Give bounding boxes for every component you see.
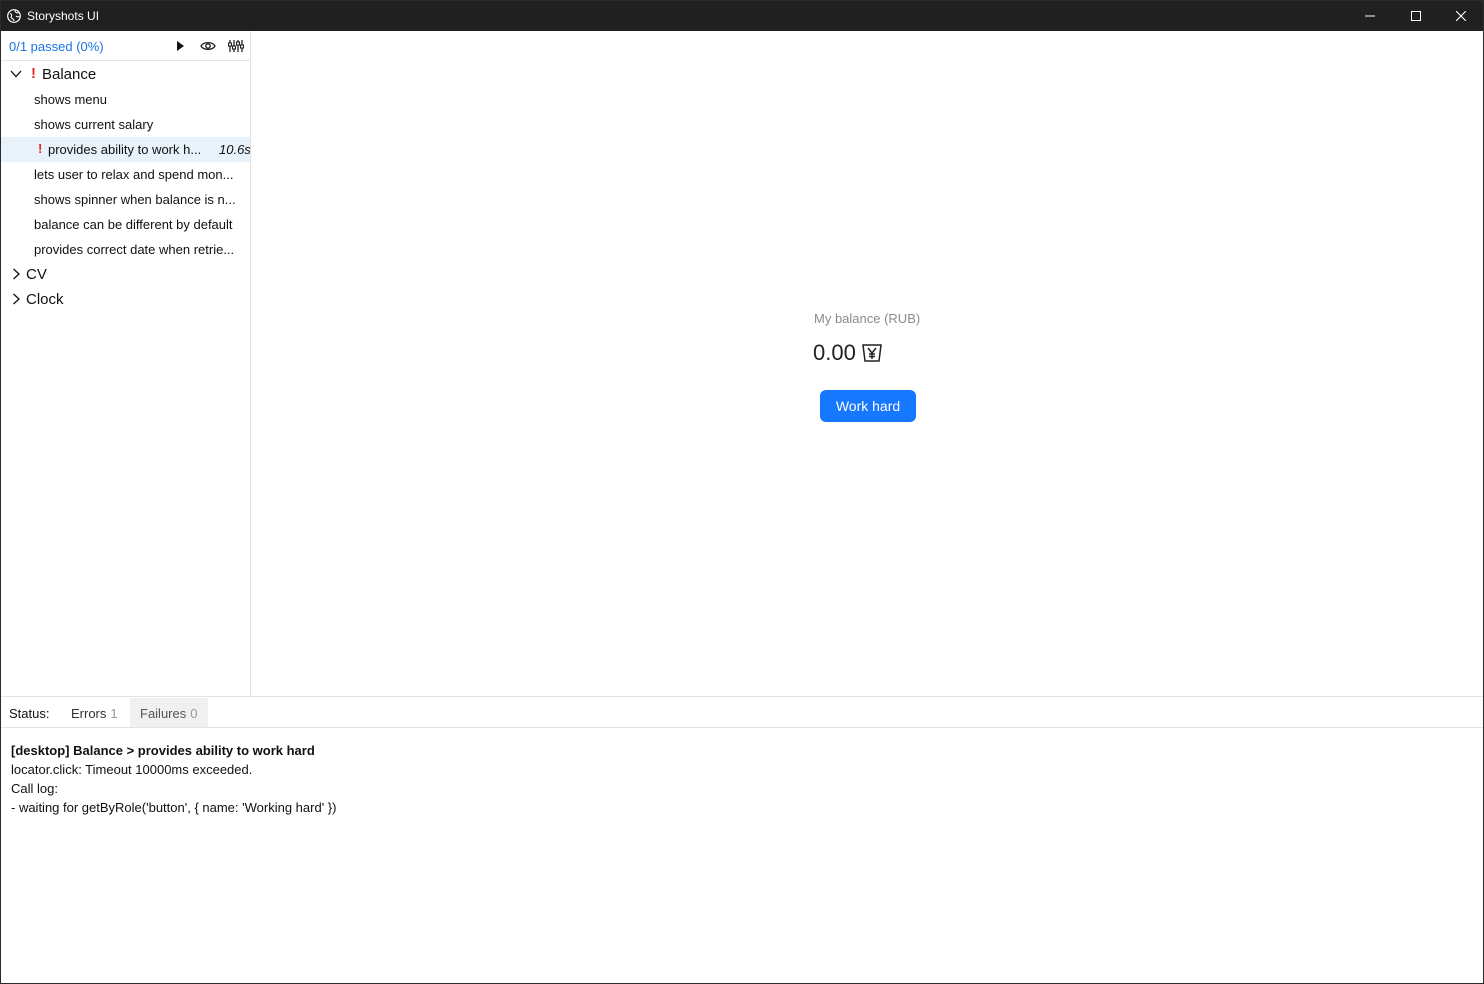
play-icon: [177, 41, 184, 51]
story-item[interactable]: shows spinner when balance is n...: [1, 187, 250, 212]
error-mark-icon: !: [38, 141, 43, 156]
story-label: shows menu: [34, 92, 107, 107]
group-clock[interactable]: Clock: [1, 287, 250, 312]
group-label: Clock: [26, 291, 64, 308]
story-duration: 10.6s: [219, 142, 251, 157]
tab-count: 1: [110, 706, 118, 721]
story-item[interactable]: lets user to relax and spend mon...: [1, 162, 250, 187]
maximize-icon: [1411, 11, 1421, 21]
eye-icon: [200, 41, 216, 51]
run-all-button[interactable]: [171, 37, 189, 55]
tab-label: Errors: [71, 706, 107, 721]
story-label: lets user to relax and spend mon...: [34, 167, 234, 182]
group-balance[interactable]: ! Balance: [1, 62, 250, 87]
status-bar: Status: Errors 1 Failures 0: [1, 696, 1483, 728]
log-title: [desktop] Balance > provides ability to …: [11, 743, 315, 758]
tab-count: 0: [190, 706, 198, 721]
sidebar-header: 0/1 passed (0%): [1, 31, 250, 61]
chevron-right-icon[interactable]: [10, 268, 22, 280]
title-bar: Storyshots UI: [1, 1, 1483, 31]
chevron-down-icon[interactable]: [10, 68, 22, 80]
story-item[interactable]: provides correct date when retrie...: [1, 237, 250, 262]
stories-sidebar: 0/1 passed (0%) ! Balance shows menu sho…: [1, 31, 251, 696]
tab-failures[interactable]: Failures 0: [130, 698, 208, 727]
story-item[interactable]: balance can be different by default: [1, 212, 250, 237]
log-line: - waiting for getByRole('button', { name…: [11, 800, 337, 815]
story-label: balance can be different by default: [34, 217, 233, 232]
story-label: provides ability to work h...: [48, 142, 202, 157]
tab-label: Failures: [140, 706, 187, 721]
group-label: Balance: [42, 66, 97, 83]
story-item[interactable]: shows menu: [1, 87, 250, 112]
settings-button[interactable]: [227, 37, 245, 55]
story-item-selected[interactable]: ! provides ability to work h... 10.6s: [1, 137, 251, 162]
story-label: shows spinner when balance is n...: [34, 192, 236, 207]
story-label: shows current salary: [34, 117, 154, 132]
balance-row: 0.00: [813, 341, 883, 365]
log-line: locator.click: Timeout 10000ms exceeded.: [11, 762, 253, 777]
error-mark-icon: !: [31, 65, 36, 82]
balance-caption: My balance (RUB): [814, 311, 921, 326]
balance-value: 0.00: [813, 340, 856, 365]
log-line: Call log:: [11, 781, 58, 796]
toggle-preview-button[interactable]: [199, 37, 217, 55]
chevron-right-icon[interactable]: [10, 293, 22, 305]
tab-errors[interactable]: Errors 1: [61, 698, 129, 727]
close-icon: [1456, 11, 1466, 21]
group-cv[interactable]: CV: [1, 262, 250, 287]
story-item[interactable]: shows current salary: [1, 112, 250, 137]
story-tree: ! Balance shows menu shows current salar…: [1, 62, 251, 312]
pass-summary[interactable]: 0/1 passed (0%): [9, 39, 104, 54]
minimize-icon: [1365, 15, 1375, 17]
maximize-button[interactable]: [1393, 1, 1439, 31]
story-label: provides correct date when retrie...: [34, 242, 235, 257]
group-label: CV: [26, 266, 47, 283]
globe-icon: [7, 9, 21, 23]
story-preview: My balance (RUB) 0.00 Work hard: [252, 31, 1483, 696]
yen-wallet-icon: [861, 344, 882, 362]
error-log: [desktop] Balance > provides ability to …: [1, 729, 1483, 983]
status-label: Status:: [9, 706, 50, 721]
window-title: Storyshots UI: [27, 9, 100, 23]
minimize-button[interactable]: [1347, 1, 1393, 31]
app-window: Storyshots UI 0/1 passed (0%) ! Balance …: [0, 0, 1484, 984]
close-button[interactable]: [1438, 1, 1484, 31]
work-hard-button[interactable]: Work hard: [820, 390, 916, 422]
sliders-icon: [228, 40, 244, 52]
